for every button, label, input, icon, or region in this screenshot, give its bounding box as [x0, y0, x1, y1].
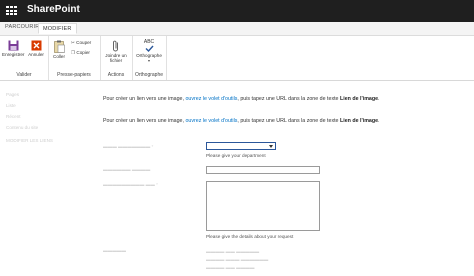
department-field-label: ▬▬▬ ▬▬▬▬▬▬▬ * — [103, 144, 154, 149]
ribbon-tabs: PARCOURIR MODIFIER — [0, 22, 474, 36]
para1-image-link-term: Lien de l'image — [339, 96, 379, 102]
scissors-icon: ✂ — [71, 40, 75, 45]
copy-icon: ❐ — [71, 50, 76, 55]
para2-text-end: . — [378, 118, 380, 124]
copy-button[interactable]: ❐ Copier — [71, 50, 90, 56]
cancel-icon — [31, 40, 41, 51]
open-tool-pane-link-1[interactable]: ouvrez le volet d'outils — [185, 96, 237, 102]
cut-button[interactable]: ✂ Couper — [71, 40, 91, 46]
cancel-label: Annuler — [28, 52, 44, 57]
left-nav: Pages Liste Récent Contenu du site MODIF… — [6, 92, 76, 149]
para1-text-middle: , puis tapez une URL dans la zone de tex… — [237, 96, 340, 102]
nav-item-site-contents[interactable]: Contenu du site — [6, 125, 76, 130]
ribbon-group-spelling: ABC Orthographe ▼ Orthographe — [132, 36, 167, 80]
attach-file-label: Joindre un fichier — [105, 53, 127, 63]
save-icon — [8, 40, 18, 51]
dropdown-arrow-icon — [269, 145, 273, 148]
nav-item-recent[interactable]: Récent — [6, 114, 76, 119]
paperclip-icon — [113, 40, 118, 52]
nav-item-pages[interactable]: Pages — [6, 92, 76, 97]
blurred-line-2: ▬▬▬▬ ▬▬▬ ▬▬▬▬▬▬ — [206, 257, 269, 262]
spell-check-icon-text: ABC — [143, 39, 155, 45]
paste-label: Coller — [53, 54, 65, 59]
ribbon: Enregistrer Annuler Valider Coller ✂ Cou… — [0, 36, 474, 81]
details-hint: Please give the details about your reque… — [206, 234, 294, 239]
image-link-instructions-2: Pour créer un lien vers une image, ouvre… — [103, 118, 380, 124]
app-title[interactable]: SharePoint — [27, 4, 80, 15]
details-textarea[interactable] — [206, 181, 320, 231]
tab-parcourir[interactable]: PARCOURIR — [5, 24, 39, 30]
group-label-actions: Actions — [107, 72, 125, 78]
save-label: Enregistrer — [2, 52, 25, 57]
open-tool-pane-link-2[interactable]: ouvrez le volet d'outils — [185, 118, 237, 124]
checkmark-icon — [145, 45, 154, 52]
nav-edit-links[interactable]: MODIFIER LES LIENS — [6, 138, 76, 143]
request-title-field-label: ▬▬▬▬▬▬ ▬▬▬▬ — [103, 167, 151, 172]
group-label-clipboard: Presse-papiers — [57, 72, 91, 78]
para1-text-end: . — [378, 96, 380, 102]
para2-image-link-term: Lien de l'image — [339, 118, 379, 124]
people-field-label: ▬▬▬▬▬ — [103, 248, 126, 253]
spell-check-icon: ABC — [134, 39, 164, 52]
ribbon-group-actions: Joindre un fichier Actions — [100, 36, 133, 80]
cancel-button[interactable]: Annuler — [25, 40, 47, 57]
attach-file-button[interactable]: Joindre un fichier — [102, 40, 130, 63]
tab-modifier[interactable]: MODIFIER — [38, 23, 77, 34]
cut-label: Couper — [76, 40, 92, 45]
nav-item-list[interactable]: Liste — [6, 103, 76, 108]
paste-icon — [53, 40, 65, 53]
spelling-label: Orthographe — [136, 53, 162, 58]
spelling-button[interactable]: ABC Orthographe ▼ — [134, 39, 164, 63]
para2-text-middle: , puis tapez une URL dans la zone de tex… — [237, 118, 340, 124]
save-button[interactable]: Enregistrer — [2, 40, 24, 57]
ribbon-group-clipboard: Coller ✂ Couper ❐ Copier Presse-papiers — [48, 36, 101, 80]
para1-text-start: Pour créer un lien vers une image, — [103, 96, 186, 102]
suite-bar: SharePoint — [0, 0, 474, 22]
copy-label: Copier — [76, 50, 90, 55]
group-label-spelling: Orthographe — [134, 72, 164, 78]
blurred-line-3: ▬▬▬▬ ▬▬ ▬▬▬▬ — [206, 265, 255, 270]
group-label-valider: Valider — [16, 72, 32, 78]
app-launcher-icon[interactable] — [6, 6, 18, 16]
image-link-instructions-1: Pour créer un lien vers une image, ouvre… — [103, 96, 380, 102]
spelling-dropdown-icon: ▼ — [147, 59, 151, 63]
ribbon-group-valider: Enregistrer Annuler Valider — [0, 36, 49, 80]
para2-text-start: Pour créer un lien vers une image, — [103, 118, 186, 124]
blurred-line-1: ▬▬▬▬ ▬▬ ▬▬▬▬▬ — [206, 249, 260, 254]
department-select[interactable] — [206, 142, 276, 150]
request-title-input[interactable] — [206, 166, 320, 174]
department-hint: Please give your department — [206, 153, 266, 158]
details-field-label: ▬▬▬▬▬▬▬▬▬ ▬▬ * — [103, 182, 158, 187]
paste-button[interactable]: Coller — [50, 40, 68, 59]
